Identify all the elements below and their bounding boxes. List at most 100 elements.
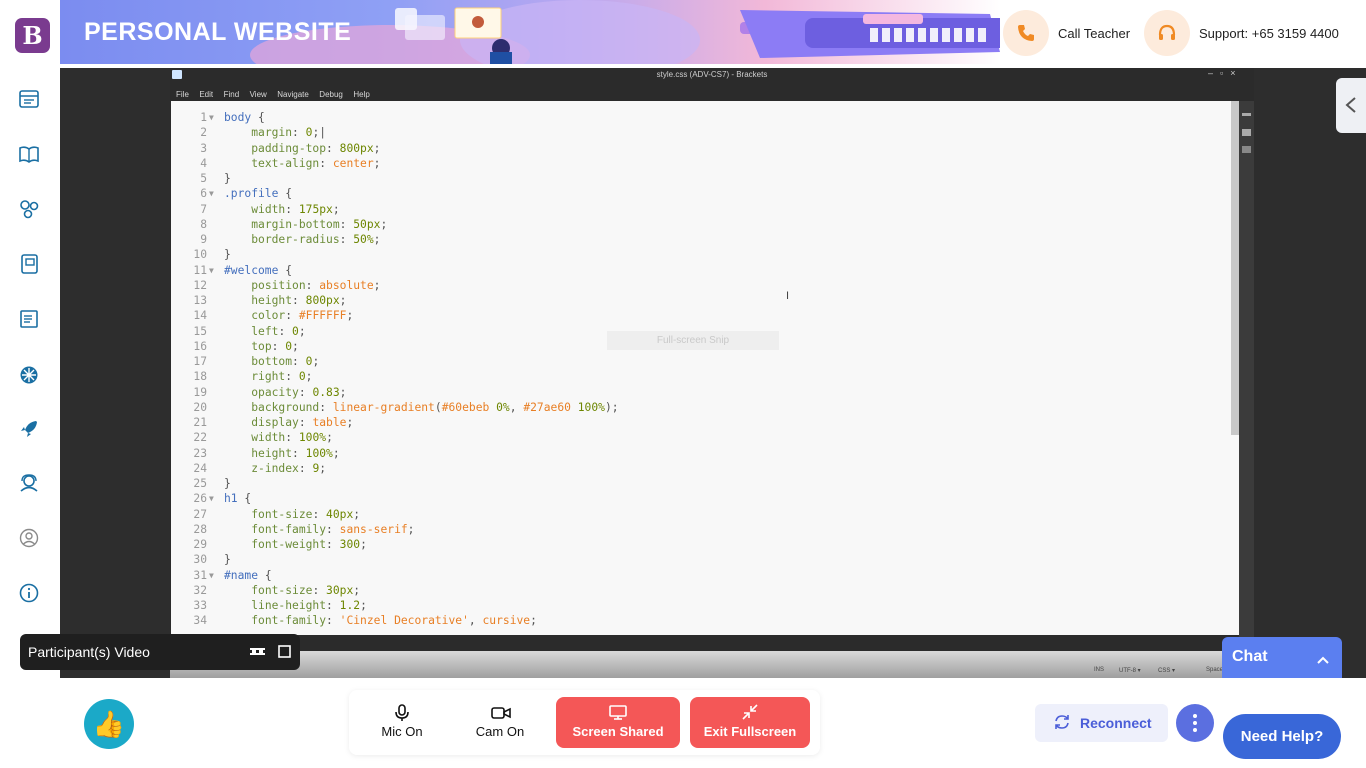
line-number: 27 (193, 507, 207, 521)
line-number: 30 (193, 553, 207, 567)
document-list-icon[interactable] (18, 308, 40, 330)
live-preview-icon[interactable] (1242, 113, 1251, 116)
line-number: 19 (193, 385, 207, 399)
code-text: font-weight: 300; (251, 538, 367, 551)
thumbs-up-icon: 👍 (92, 709, 126, 739)
line-number: 16 (193, 339, 207, 353)
fold-toggle-icon[interactable]: ▼ (209, 110, 219, 125)
line-number: 2 (200, 126, 207, 140)
code-text: right: 0; (251, 370, 313, 384)
line-number: 18 (193, 370, 207, 384)
line-number: 13 (193, 294, 207, 307)
cam-button-label[interactable]: Cam On (470, 724, 530, 739)
line-number: 9 (200, 233, 207, 246)
mic-button-label[interactable]: Mic On (372, 724, 432, 739)
editor-scrollbar[interactable] (1231, 101, 1239, 435)
line-number: 5 (200, 172, 207, 185)
line-number: 4 (200, 156, 207, 170)
code-text: bottom: 0; (251, 355, 320, 368)
code-text: height: 100%; (251, 446, 340, 460)
book-icon[interactable] (18, 143, 40, 165)
layout-icon[interactable] (250, 648, 265, 655)
camera-icon[interactable] (491, 706, 511, 720)
line-number: 20 (193, 400, 207, 414)
code-text: font-size: 30px; (251, 583, 361, 597)
code-text: display: table; (251, 416, 354, 429)
notebook-icon[interactable] (18, 253, 40, 275)
fold-toggle-icon[interactable]: ▼ (209, 491, 219, 506)
refresh-icon (1054, 714, 1070, 730)
maximize-icon[interactable] (278, 645, 291, 658)
code-text: color: #FFFFFF; (251, 309, 354, 323)
kebab-menu-icon (1193, 714, 1197, 732)
screen-shared-label: Screen Shared (572, 724, 664, 739)
chevron-left-icon (1345, 97, 1356, 113)
code-text: opacity: 0.83; (251, 385, 347, 399)
line-number: 12 (193, 278, 207, 292)
need-help-label: Need Help? (1240, 728, 1324, 745)
code-text: #name { (224, 568, 272, 582)
status-language[interactable]: CSS ▾ (1158, 667, 1175, 674)
participant-video-controls (250, 645, 296, 666)
snowflake-icon[interactable] (18, 364, 40, 386)
line-number: 14 (193, 309, 207, 323)
brand-logo[interactable]: B (15, 18, 50, 53)
code-text: font-size: 40px; (251, 507, 361, 521)
cells-icon[interactable] (18, 198, 40, 220)
fold-toggle-icon[interactable]: ▼ (209, 568, 219, 583)
call-teacher-button[interactable] (1003, 10, 1049, 56)
code-text: border-radius: 50%; (251, 233, 381, 246)
code-text: z-index: 9; (251, 461, 327, 475)
menu-navigate[interactable]: Navigate (277, 90, 309, 99)
profile-icon[interactable] (18, 527, 40, 549)
reconnect-label: Reconnect (1080, 715, 1152, 731)
menu-find[interactable]: Find (224, 90, 240, 99)
window-controls[interactable]: –▫× (1208, 68, 1242, 78)
mic-icon[interactable] (395, 704, 409, 722)
code-text: line-height: 1.2; (251, 599, 367, 612)
line-number: 28 (193, 522, 207, 536)
line-number: 23 (193, 446, 207, 460)
page-title: PERSONAL WEBSITE (84, 18, 352, 46)
editor-statusbar (170, 651, 1254, 678)
dashboard-icon[interactable] (18, 88, 40, 110)
line-number: 33 (193, 599, 207, 612)
monitor-icon (609, 705, 627, 720)
brackets-menubar: File Edit Find View Navigate Debug Help (170, 84, 370, 99)
menu-view[interactable]: View (250, 90, 267, 99)
code-text: margin: 0;| (251, 126, 327, 140)
more-options-button[interactable] (1176, 704, 1214, 742)
support-button[interactable] (1144, 10, 1190, 56)
support-phone-label[interactable]: Support: +65 3159 4400 (1199, 26, 1339, 41)
rocket-icon[interactable] (18, 418, 40, 440)
code-text: left: 0; (251, 324, 306, 338)
menu-debug[interactable]: Debug (319, 90, 343, 99)
status-spaces[interactable]: Space (1206, 667, 1223, 673)
menu-help[interactable]: Help (353, 90, 369, 99)
support-agent-icon[interactable] (18, 472, 40, 494)
code-text: h1 { (224, 492, 252, 506)
chat-label: Chat (1232, 648, 1268, 665)
line-number: 6 (200, 187, 207, 201)
status-encoding[interactable]: UTF-8 ▾ (1119, 667, 1141, 674)
tools-icon[interactable] (1242, 146, 1251, 153)
code-text: } (224, 248, 231, 262)
fold-toggle-icon[interactable]: ▼ (209, 263, 219, 278)
line-number: 17 (193, 355, 207, 368)
line-number: 26 (193, 492, 207, 506)
menu-file[interactable]: File (176, 90, 189, 99)
code-text: #welcome { (224, 263, 293, 277)
minimize-arrows-icon (742, 704, 758, 720)
line-number: 32 (193, 583, 207, 597)
thumbs-up-button[interactable]: 👍 (84, 699, 134, 749)
chevron-up-icon[interactable] (1316, 652, 1330, 664)
code-editor[interactable]: 1 ▼ body {2 margin: 0;| 3 padding-top: 800p… (171, 101, 1239, 635)
fold-toggle-icon[interactable]: ▼ (209, 186, 219, 201)
code-text: margin-bottom: 50px; (251, 217, 388, 231)
menu-edit[interactable]: Edit (199, 90, 213, 99)
info-icon[interactable] (18, 582, 40, 604)
line-number: 25 (193, 477, 207, 490)
collapse-panel-button[interactable] (1336, 78, 1366, 133)
call-teacher-label[interactable]: Call Teacher (1058, 26, 1130, 41)
extension-manager-icon[interactable] (1242, 129, 1251, 136)
